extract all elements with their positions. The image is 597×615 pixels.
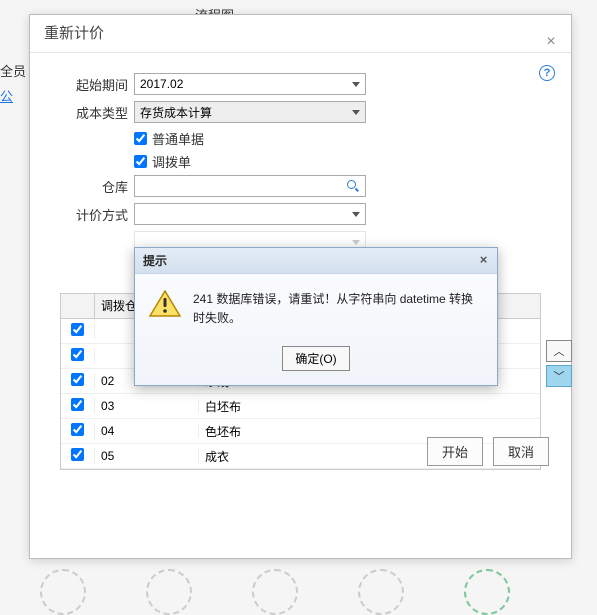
row-checkbox[interactable] <box>71 373 84 386</box>
help-icon[interactable]: ? <box>539 65 555 81</box>
row-checkbox-cell <box>61 373 95 389</box>
cost-type-label: 成本类型 <box>60 103 128 122</box>
normal-receipt-label: 普通单据 <box>152 129 204 148</box>
bg-left-text: 全员 公 <box>0 60 26 109</box>
warehouse-label: 仓库 <box>60 177 128 196</box>
table-row[interactable]: 03白坯布 <box>61 394 540 419</box>
row-checkbox[interactable] <box>71 323 84 336</box>
warning-icon <box>149 290 181 318</box>
row-code: 04 <box>95 424 199 438</box>
bg-public-link[interactable]: 公 <box>0 89 13 104</box>
transfer-receipt-label: 调拨单 <box>152 152 191 171</box>
warehouse-input[interactable] <box>134 175 366 197</box>
start-button[interactable]: 开始 <box>427 437 483 466</box>
alert-title-text: 提示 <box>143 254 167 268</box>
start-period-row: 起始期间 2017.02 <box>60 73 541 95</box>
row-name: 白坯布 <box>199 398 540 415</box>
row-code: 03 <box>95 399 199 413</box>
alert-title: 提示 × <box>135 248 497 274</box>
bottom-buttons: 开始 取消 <box>427 437 549 466</box>
start-period-label: 起始期间 <box>60 75 128 94</box>
bg-circle <box>252 569 298 615</box>
bg-circle <box>146 569 192 615</box>
pricing-method-select[interactable] <box>134 203 366 225</box>
row-checkbox-cell <box>61 448 95 464</box>
chevron-down-icon <box>352 110 360 115</box>
search-icon[interactable] <box>346 179 360 193</box>
row-checkbox-cell <box>61 348 95 364</box>
transfer-receipt-checkbox[interactable] <box>134 155 147 168</box>
move-up-button[interactable]: ︿ <box>546 340 572 362</box>
warehouse-row: 仓库 <box>60 175 541 197</box>
dialog-title: 重新计价 × <box>30 15 571 53</box>
row-code: 05 <box>95 449 199 463</box>
pricing-method-row: 计价方式 <box>60 203 541 225</box>
alert-close-icon[interactable]: × <box>476 253 491 268</box>
cancel-button[interactable]: 取消 <box>493 437 549 466</box>
alert-message: 241 数据库错误，请重试！从字符串向 datetime 转换时失败。 <box>193 290 483 328</box>
alert-ok-button[interactable]: 确定(O) <box>282 346 349 371</box>
move-down-button[interactable]: ﹀ <box>546 365 572 387</box>
normal-receipt-checkbox[interactable] <box>134 132 147 145</box>
pricing-method-label: 计价方式 <box>60 205 128 224</box>
row-checkbox-cell <box>61 323 95 339</box>
header-checkbox-col <box>61 294 95 318</box>
alert-body: 241 数据库错误，请重试！从字符串向 datetime 转换时失败。 <box>135 274 497 338</box>
bg-members: 全员 <box>0 64 26 79</box>
row-checkbox[interactable] <box>71 348 84 361</box>
start-period-select[interactable]: 2017.02 <box>134 73 366 95</box>
chevron-down-icon <box>352 212 360 217</box>
row-checkbox[interactable] <box>71 398 84 411</box>
cost-type-select[interactable]: 存货成本计算 <box>134 101 366 123</box>
bg-circle <box>464 569 510 615</box>
bg-circles <box>40 569 510 615</box>
dialog-title-text: 重新计价 <box>44 25 104 42</box>
transfer-receipt-checkbox-row: 调拨单 <box>134 152 541 171</box>
row-checkbox-cell <box>61 423 95 439</box>
close-icon[interactable]: × <box>541 23 561 43</box>
chevron-down-icon <box>352 82 360 87</box>
start-period-value: 2017.02 <box>140 77 183 91</box>
normal-receipt-checkbox-row: 普通单据 <box>134 129 541 148</box>
side-buttons: ︿ ﹀ <box>546 340 572 387</box>
row-checkbox[interactable] <box>71 423 84 436</box>
alert-dialog: 提示 × 241 数据库错误，请重试！从字符串向 datetime 转换时失败。… <box>134 247 498 386</box>
cost-type-row: 成本类型 存货成本计算 <box>60 101 541 123</box>
bg-circle <box>40 569 86 615</box>
cost-type-value: 存货成本计算 <box>140 104 212 121</box>
alert-footer: 确定(O) <box>135 338 497 385</box>
chevron-down-icon <box>352 240 360 245</box>
row-checkbox[interactable] <box>71 448 84 461</box>
row-checkbox-cell <box>61 398 95 414</box>
bg-circle <box>358 569 404 615</box>
